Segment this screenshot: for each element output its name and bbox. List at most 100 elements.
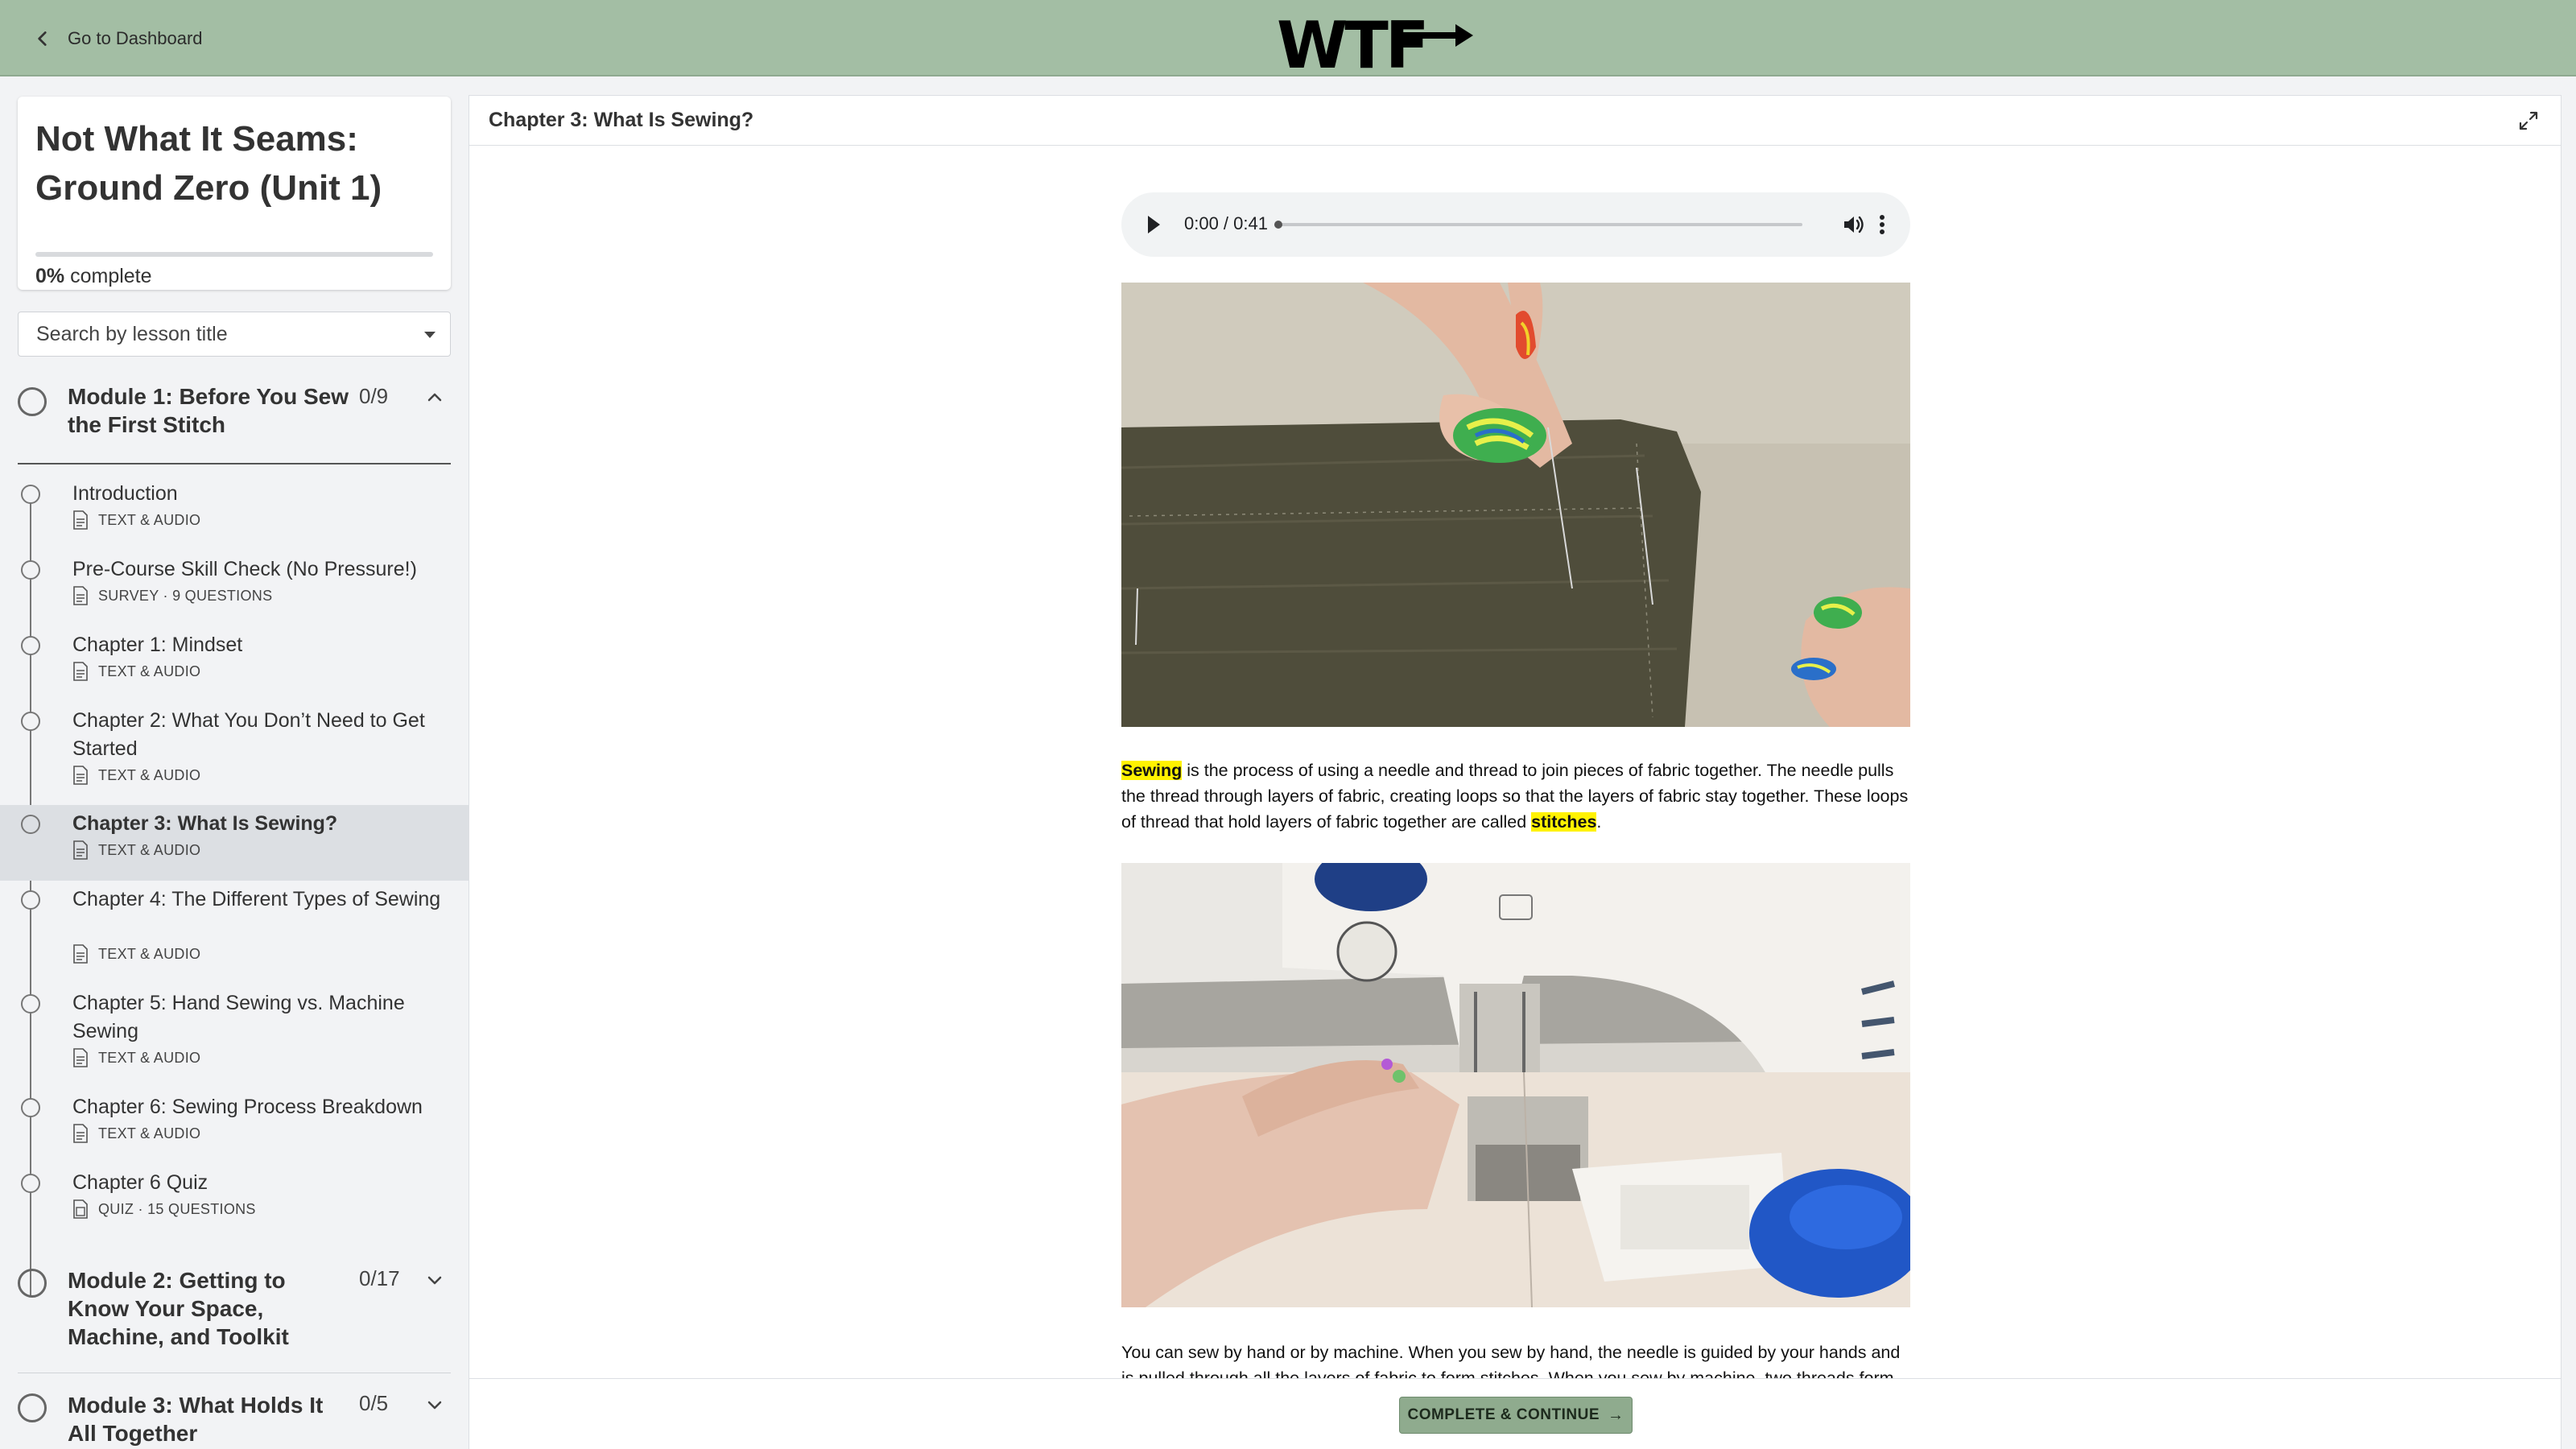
volume-icon[interactable] — [1841, 213, 1865, 237]
module-1-title: Module 1: Before You Sew the First Stitc… — [68, 384, 349, 437]
expand-icon[interactable] — [2517, 109, 2540, 132]
module-2-status-circle-icon — [18, 1269, 47, 1298]
lesson-meta: TEXT & AUDIO — [72, 766, 200, 785]
lesson-meta: TEXT & AUDIO — [72, 840, 200, 860]
module-1-divider — [18, 463, 451, 464]
lesson-header: Chapter 3: What Is Sewing? — [469, 96, 2561, 146]
lesson-meta: TEXT & AUDIO — [72, 1048, 200, 1067]
course-progress-text: 0% complete — [35, 265, 152, 288]
lesson-status-circle-icon — [21, 994, 40, 1013]
term-sewing: Sewing — [1121, 761, 1183, 780]
document-icon — [73, 766, 88, 785]
complete-and-continue-button[interactable]: COMPLETE & CONTINUE → — [1399, 1397, 1633, 1434]
module-3-status-circle-icon — [18, 1393, 47, 1422]
lesson-footer: COMPLETE & CONTINUE → — [469, 1378, 2561, 1449]
progress-percent: 0% — [35, 265, 65, 287]
module-1-count: 0/9 — [359, 384, 389, 408]
lesson-item[interactable]: Pre-Course Skill Check (No Pressure!) SU… — [0, 551, 469, 626]
lesson-item[interactable]: Chapter 2: What You Don’t Need to Get St… — [0, 702, 469, 805]
document-icon — [73, 1048, 88, 1067]
lesson-header-title: Chapter 3: What Is Sewing? — [489, 109, 754, 131]
lesson-title: Chapter 2: What You Don’t Need to Get St… — [72, 709, 425, 760]
sewing-machine-photo — [1121, 863, 1910, 1307]
module-3-header[interactable]: Module 3: What Holds It All Together 0/5 — [0, 1391, 469, 1449]
audio-seek-thumb[interactable] — [1274, 221, 1282, 229]
document-icon — [73, 944, 88, 964]
chevron-up-icon[interactable] — [425, 388, 444, 407]
progress-suffix: complete — [70, 265, 152, 287]
audio-time: 0:00 / 0:41 — [1184, 213, 1268, 233]
document-icon — [73, 1124, 88, 1143]
lesson-status-circle-icon — [21, 485, 40, 504]
chevron-left-icon — [38, 31, 47, 46]
lesson-meta: TEXT & AUDIO — [72, 944, 200, 964]
audio-seek-bar[interactable] — [1274, 221, 1802, 229]
lesson-item[interactable]: Chapter 5: Hand Sewing vs. Machine Sewin… — [0, 985, 469, 1088]
lesson-search-select[interactable]: Search by lesson title — [18, 312, 451, 357]
document-icon — [73, 510, 88, 530]
term-stitches: stitches — [1531, 812, 1597, 832]
module-1-header[interactable]: Module 1: Before You Sew the First Stitc… — [0, 382, 469, 447]
lesson-status-circle-icon — [21, 1174, 40, 1193]
lesson-meta: SURVEY · 9 QUESTIONS — [72, 586, 272, 605]
lesson-meta: TEXT & AUDIO — [72, 510, 200, 530]
logo-text: WTF — [1277, 8, 1426, 71]
module-2-title: Module 2: Getting to Know Your Space, Ma… — [68, 1268, 289, 1349]
lesson-item[interactable]: Chapter 4: The Different Types of Sewing… — [0, 881, 469, 984]
lesson-title: Introduction — [72, 482, 178, 505]
paragraph-1-text-b: . — [1596, 812, 1602, 832]
lesson-status-circle-icon — [21, 815, 40, 834]
module-3-title: Module 3: What Holds It All Together — [68, 1393, 324, 1446]
go-to-dashboard-link[interactable]: Go to Dashboard — [32, 24, 203, 53]
lesson-item-active[interactable]: Chapter 3: What Is Sewing? TEXT & AUDIO — [0, 805, 469, 881]
course-title: Not What It Seams: Ground Zero (Unit 1) — [35, 119, 382, 208]
lesson-meta: TEXT & AUDIO — [72, 662, 200, 681]
module-2-count: 0/17 — [359, 1266, 400, 1290]
survey-document-icon — [73, 586, 88, 605]
top-bar: Go to Dashboard WTF — [0, 0, 2576, 76]
lesson-meta: QUIZ · 15 QUESTIONS — [72, 1199, 256, 1219]
module-2-header[interactable]: Module 2: Getting to Know Your Space, Ma… — [0, 1266, 469, 1355]
paragraph-1-text-a: is the process of using a needle and thr… — [1121, 761, 1909, 832]
lesson-status-circle-icon — [21, 1098, 40, 1117]
lesson-meta-label: TEXT & AUDIO — [98, 766, 201, 783]
lesson-title: Chapter 3: What Is Sewing? — [72, 812, 338, 835]
lesson-meta-label: TEXT & AUDIO — [98, 1049, 201, 1066]
lesson-search-placeholder: Search by lesson title — [36, 322, 228, 345]
lesson-meta-label: QUIZ · 15 QUESTIONS — [98, 1200, 256, 1217]
document-icon — [73, 840, 88, 860]
lesson-status-circle-icon — [21, 560, 40, 580]
lesson-title: Pre-Course Skill Check (No Pressure!) — [72, 558, 417, 580]
audio-player: 0:00 / 0:41 — [1121, 192, 1910, 257]
lesson-meta-label: SURVEY · 9 QUESTIONS — [98, 587, 273, 604]
complete-button-label: COMPLETE & CONTINUE — [1407, 1406, 1600, 1423]
wtf-logo: WTF — [1277, 8, 1473, 71]
lesson-title: Chapter 6 Quiz — [72, 1171, 208, 1194]
lesson-item[interactable]: Chapter 6: Sewing Process Breakdown TEXT… — [0, 1088, 469, 1164]
lesson-meta: TEXT & AUDIO — [72, 1124, 200, 1143]
play-icon[interactable] — [1146, 214, 1162, 235]
chevron-down-icon[interactable] — [425, 1270, 444, 1290]
arrow-right-icon: → — [1608, 1406, 1624, 1424]
lesson-panel: Chapter 3: What Is Sewing? 0:00 / 0:41 S… — [469, 95, 2562, 1449]
go-to-dashboard-label: Go to Dashboard — [68, 28, 203, 48]
course-sidebar: Not What It Seams: Ground Zero (Unit 1) … — [0, 76, 469, 1449]
lesson-status-circle-icon — [21, 890, 40, 910]
module-3-count: 0/5 — [359, 1391, 389, 1415]
chevron-down-icon[interactable] — [425, 1395, 444, 1414]
lesson-title: Chapter 6: Sewing Process Breakdown — [72, 1096, 423, 1118]
lesson-paragraph-1: Sewing is the process of using a needle … — [1121, 758, 1914, 835]
lesson-title: Chapter 5: Hand Sewing vs. Machine Sewin… — [72, 992, 405, 1042]
lesson-meta-label: TEXT & AUDIO — [98, 1125, 201, 1141]
module-1-status-circle-icon — [18, 387, 47, 416]
quiz-document-icon — [73, 1199, 88, 1219]
lesson-meta-label: TEXT & AUDIO — [98, 841, 201, 858]
pinning-fabric-photo — [1121, 283, 1910, 727]
lesson-title: Chapter 1: Mindset — [72, 634, 243, 656]
lesson-item[interactable]: Chapter 1: Mindset TEXT & AUDIO — [0, 626, 469, 702]
lesson-status-circle-icon — [21, 636, 40, 655]
more-options-icon[interactable] — [1878, 212, 1886, 237]
lesson-item[interactable]: Introduction TEXT & AUDIO — [0, 475, 469, 551]
lesson-meta-label: TEXT & AUDIO — [98, 511, 201, 528]
lesson-item[interactable]: Chapter 6 Quiz QUIZ · 15 QUESTIONS — [0, 1164, 469, 1240]
